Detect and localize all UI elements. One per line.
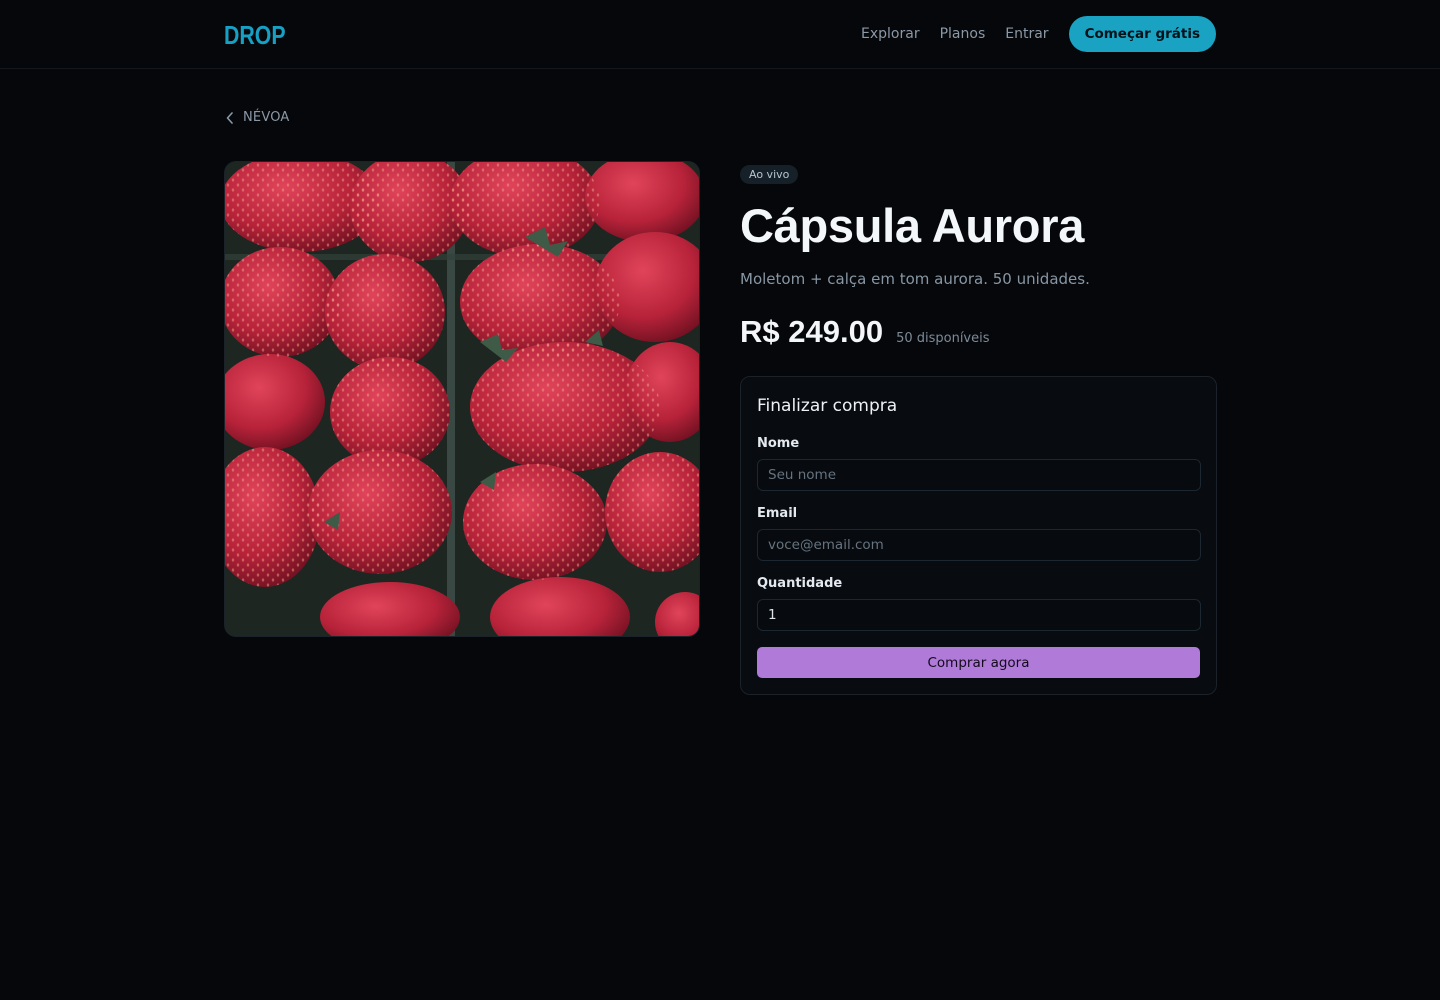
breadcrumb-back[interactable]: NÉVOA: [226, 110, 290, 125]
status-badge: Ao vivo: [740, 165, 799, 184]
checkout-title: Finalizar compra: [757, 396, 898, 416]
name-input[interactable]: [757, 459, 1201, 491]
site-header: DROP Explorar Planos Entrar Começar grát…: [0, 0, 1440, 69]
price-row: R$ 249.00 50 disponíveis: [740, 314, 990, 350]
product-image: [224, 161, 700, 637]
checkout-card: Finalizar compra Nome Email Quantidade C…: [740, 376, 1217, 695]
name-label: Nome: [757, 436, 800, 451]
chevron-left-icon: [226, 111, 233, 124]
breadcrumb-label: NÉVOA: [243, 110, 290, 125]
email-label: Email: [757, 506, 798, 521]
buy-now-button[interactable]: Comprar agora: [757, 647, 1200, 678]
start-free-button[interactable]: Começar grátis: [1068, 16, 1216, 52]
product-description: Moletom + calça em tom aurora. 50 unidad…: [740, 270, 1090, 288]
page-title: Cápsula Aurora: [740, 199, 1085, 252]
price: R$ 249.00: [740, 314, 884, 349]
strawberries-photo: [225, 162, 699, 636]
quantity-input[interactable]: [757, 599, 1201, 631]
nav-entrar[interactable]: Entrar: [1005, 16, 1048, 52]
stock-count: 50 disponíveis: [896, 331, 990, 346]
nav-explorar[interactable]: Explorar: [861, 16, 920, 52]
quantity-label: Quantidade: [757, 576, 843, 591]
logo[interactable]: DROP: [224, 20, 286, 51]
email-input[interactable]: [757, 529, 1201, 561]
nav-planos[interactable]: Planos: [940, 16, 986, 52]
top-nav: Explorar Planos Entrar Começar grátis: [861, 16, 1216, 52]
